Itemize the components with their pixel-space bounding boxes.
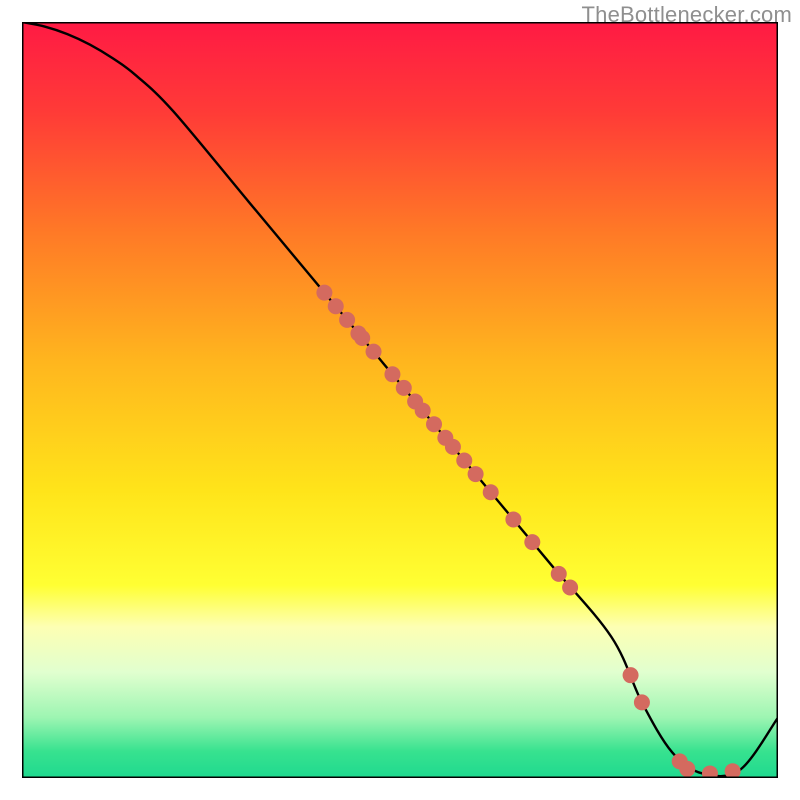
chart-plot-area — [22, 22, 778, 778]
data-dot — [426, 416, 442, 432]
data-dot — [354, 330, 370, 346]
data-dot — [562, 579, 578, 595]
data-dot — [468, 466, 484, 482]
data-dot — [328, 298, 344, 314]
data-dot — [483, 484, 499, 500]
data-dot — [551, 566, 567, 582]
data-dot — [316, 285, 332, 301]
data-dot — [456, 452, 472, 468]
gradient-background — [22, 22, 778, 778]
watermark-text: TheBottlenecker.com — [582, 2, 792, 28]
chart-stage: TheBottlenecker.com — [0, 0, 800, 800]
data-dot — [634, 694, 650, 710]
data-dot — [524, 534, 540, 550]
data-dot — [366, 344, 382, 360]
data-dot — [415, 403, 431, 419]
data-dot — [339, 312, 355, 328]
data-dot — [445, 439, 461, 455]
data-dot — [623, 667, 639, 683]
data-dot — [384, 366, 400, 382]
data-dot — [505, 511, 521, 527]
data-dot — [679, 761, 695, 777]
chart-svg — [22, 22, 778, 778]
data-dot — [396, 380, 412, 396]
